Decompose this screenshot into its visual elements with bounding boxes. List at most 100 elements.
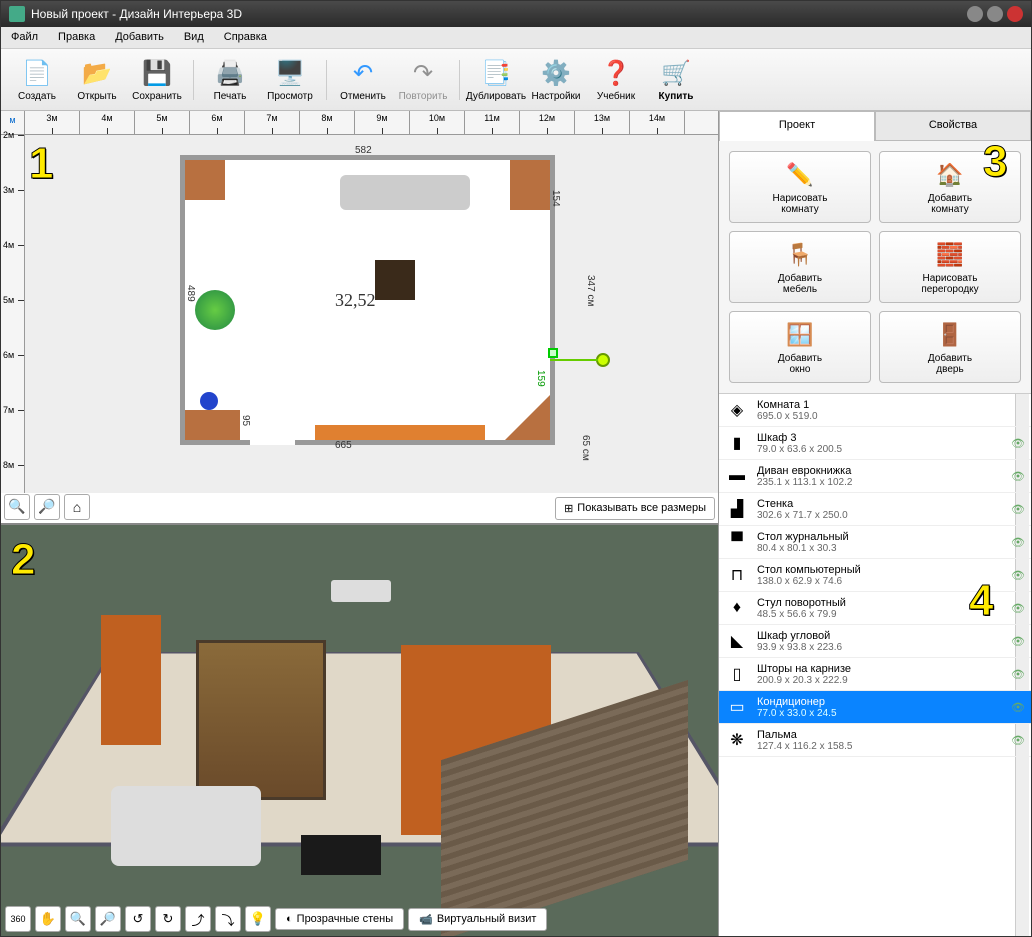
- zoom-in-3d-button[interactable]: 🔎: [95, 906, 121, 932]
- light-button[interactable]: 💡: [245, 906, 271, 932]
- bulb-icon: 💡: [250, 911, 266, 927]
- close-button[interactable]: [1007, 6, 1023, 22]
- zoom-in-button[interactable]: 🔎: [34, 494, 60, 520]
- list-item[interactable]: ▮ Шкаф 3 79.0 x 63.6 x 200.5 👁: [719, 427, 1031, 460]
- object-icon: ▬: [725, 464, 749, 488]
- duplicate-button[interactable]: 📑Дублировать: [466, 52, 526, 108]
- titlebar: Новый проект - Дизайн Интерьера 3D: [1, 1, 1031, 27]
- maximize-button[interactable]: [987, 6, 1003, 22]
- furniture-wardrobe[interactable]: [185, 160, 225, 200]
- visibility-icon[interactable]: 👁: [1011, 569, 1025, 582]
- menu-file[interactable]: Файл: [1, 27, 48, 48]
- furniture-wall-unit[interactable]: [315, 425, 485, 440]
- room-outline[interactable]: 32,52: [180, 155, 555, 445]
- list-item[interactable]: ▀ Стол журнальный 80.4 x 80.1 x 30.3 👁: [719, 526, 1031, 559]
- redo-button[interactable]: ↷Повторить: [393, 52, 453, 108]
- visibility-icon[interactable]: 👁: [1011, 536, 1025, 549]
- list-item[interactable]: ▭ Кондиционер 77.0 x 33.0 x 24.5 👁: [719, 691, 1031, 724]
- object-dimensions: 77.0 x 33.0 x 24.5: [757, 708, 1011, 719]
- add-door-button[interactable]: 🚪Добавить дверь: [879, 311, 1021, 383]
- menu-view[interactable]: Вид: [174, 27, 214, 48]
- folder-icon: 📂: [81, 57, 113, 89]
- dim-bottom-r: 65 см: [580, 435, 591, 461]
- visibility-icon[interactable]: 👁: [1011, 635, 1025, 648]
- visibility-icon[interactable]: 👁: [1011, 734, 1025, 747]
- list-item[interactable]: ◈ Комната 1 695.0 x 519.0: [719, 394, 1031, 427]
- object-icon: ▟: [725, 497, 749, 521]
- app-icon: [9, 6, 25, 22]
- menu-add[interactable]: Добавить: [105, 27, 174, 48]
- tilt-down-button[interactable]: ⤵: [215, 906, 241, 932]
- selection-handle[interactable]: [548, 348, 558, 358]
- buy-button[interactable]: 🛒Купить: [646, 52, 706, 108]
- create-button[interactable]: 📄Создать: [7, 52, 67, 108]
- settings-button[interactable]: ⚙️Настройки: [526, 52, 586, 108]
- ruler-tick: 8м: [300, 111, 355, 134]
- draw-room-button[interactable]: ✏️Нарисовать комнату: [729, 151, 871, 223]
- door-opening[interactable]: [250, 440, 295, 445]
- save-button[interactable]: 💾Сохранить: [127, 52, 187, 108]
- help-icon: ❓: [600, 57, 632, 89]
- visibility-icon[interactable]: 👁: [1011, 437, 1025, 450]
- visibility-icon[interactable]: 👁: [1011, 701, 1025, 714]
- tutorial-button[interactable]: ❓Учебник: [586, 52, 646, 108]
- zoom-out-button[interactable]: 🔍: [4, 494, 30, 520]
- selection-line: [550, 359, 598, 361]
- menu-edit[interactable]: Правка: [48, 27, 105, 48]
- furniture-table[interactable]: [375, 260, 415, 300]
- rotate-right-icon: ↻: [163, 911, 174, 927]
- tilt-up-button[interactable]: ⤴: [185, 906, 211, 932]
- selection-node[interactable]: [596, 353, 610, 367]
- zoom-out-icon: 🔍: [8, 498, 25, 515]
- rotate-360-button[interactable]: 360: [5, 906, 31, 932]
- add-furniture-button[interactable]: 🪑Добавить мебель: [729, 231, 871, 303]
- furniture-sofa[interactable]: [340, 175, 470, 210]
- rotate-left-button[interactable]: ↺: [125, 906, 151, 932]
- transparent-walls-button[interactable]: ◐Прозрачные стены: [275, 908, 404, 930]
- plan-view[interactable]: м 3м4м5м6м7м8м9м10м11м12м13м14м 2м3м4м5м…: [1, 111, 718, 523]
- undo-button[interactable]: ↶Отменить: [333, 52, 393, 108]
- 3d-ac: [331, 580, 391, 602]
- visibility-icon[interactable]: 👁: [1011, 668, 1025, 681]
- ruler-tick: 11м: [465, 111, 520, 134]
- add-room-icon: 🏠: [934, 159, 966, 191]
- virtual-visit-button[interactable]: 📹Виртуальный визит: [408, 908, 547, 931]
- ruler-tick: 10м: [410, 111, 465, 134]
- draw-wall-button[interactable]: 🧱Нарисовать перегородку: [879, 231, 1021, 303]
- furniture-chair[interactable]: [200, 392, 218, 410]
- furniture-wardrobe-r[interactable]: [510, 160, 550, 210]
- list-item[interactable]: ◣ Шкаф угловой 93.9 x 93.8 x 223.6 👁: [719, 625, 1031, 658]
- minimize-button[interactable]: [967, 6, 983, 22]
- rotate-left-icon: ↺: [133, 911, 144, 927]
- area-label: 32,52: [335, 290, 376, 311]
- object-list[interactable]: ◈ Комната 1 695.0 x 519.0 ▮ Шкаф 3 79.0 …: [719, 394, 1031, 936]
- list-item[interactable]: ❋ Пальма 127.4 x 116.2 x 158.5 👁: [719, 724, 1031, 757]
- show-dimensions-button[interactable]: ⊞ Показывать все размеры: [555, 497, 715, 520]
- preview-button[interactable]: 🖥️Просмотр: [260, 52, 320, 108]
- camera-icon: 📹: [419, 913, 433, 926]
- furniture-plant[interactable]: [195, 290, 235, 330]
- furniture-corner[interactable]: [505, 395, 550, 440]
- marker-3: 3: [983, 137, 1025, 187]
- list-item[interactable]: ▬ Диван еврокнижка 235.1 x 113.1 x 102.2…: [719, 460, 1031, 493]
- 3d-view[interactable]: 2 360 ✋ 🔍 🔎 ↺ ↻ ⤴ ⤵ 💡 ◐Прозрачные стены …: [1, 523, 718, 937]
- print-button[interactable]: 🖨️Печать: [200, 52, 260, 108]
- pan-button[interactable]: ✋: [35, 906, 61, 932]
- add-window-button[interactable]: 🪟Добавить окно: [729, 311, 871, 383]
- menu-help[interactable]: Справка: [214, 27, 277, 48]
- open-button[interactable]: 📂Открыть: [67, 52, 127, 108]
- list-item[interactable]: ▯ Шторы на карнизе 200.9 x 20.3 x 222.9 …: [719, 658, 1031, 691]
- tab-project[interactable]: Проект: [719, 111, 875, 141]
- furniture-desk[interactable]: [185, 410, 240, 440]
- visibility-icon[interactable]: 👁: [1011, 602, 1025, 615]
- visibility-icon[interactable]: 👁: [1011, 470, 1025, 483]
- hand-icon: ✋: [40, 911, 56, 927]
- rotate-right-button[interactable]: ↻: [155, 906, 181, 932]
- 3d-window: [196, 640, 326, 800]
- zoom-out-3d-button[interactable]: 🔍: [65, 906, 91, 932]
- list-item[interactable]: ▟ Стенка 302.6 x 71.7 x 250.0 👁: [719, 493, 1031, 526]
- home-button[interactable]: ⌂: [64, 494, 90, 520]
- dim-left2: 95: [240, 415, 251, 426]
- visibility-icon[interactable]: 👁: [1011, 503, 1025, 516]
- marker-2: 2: [11, 535, 53, 585]
